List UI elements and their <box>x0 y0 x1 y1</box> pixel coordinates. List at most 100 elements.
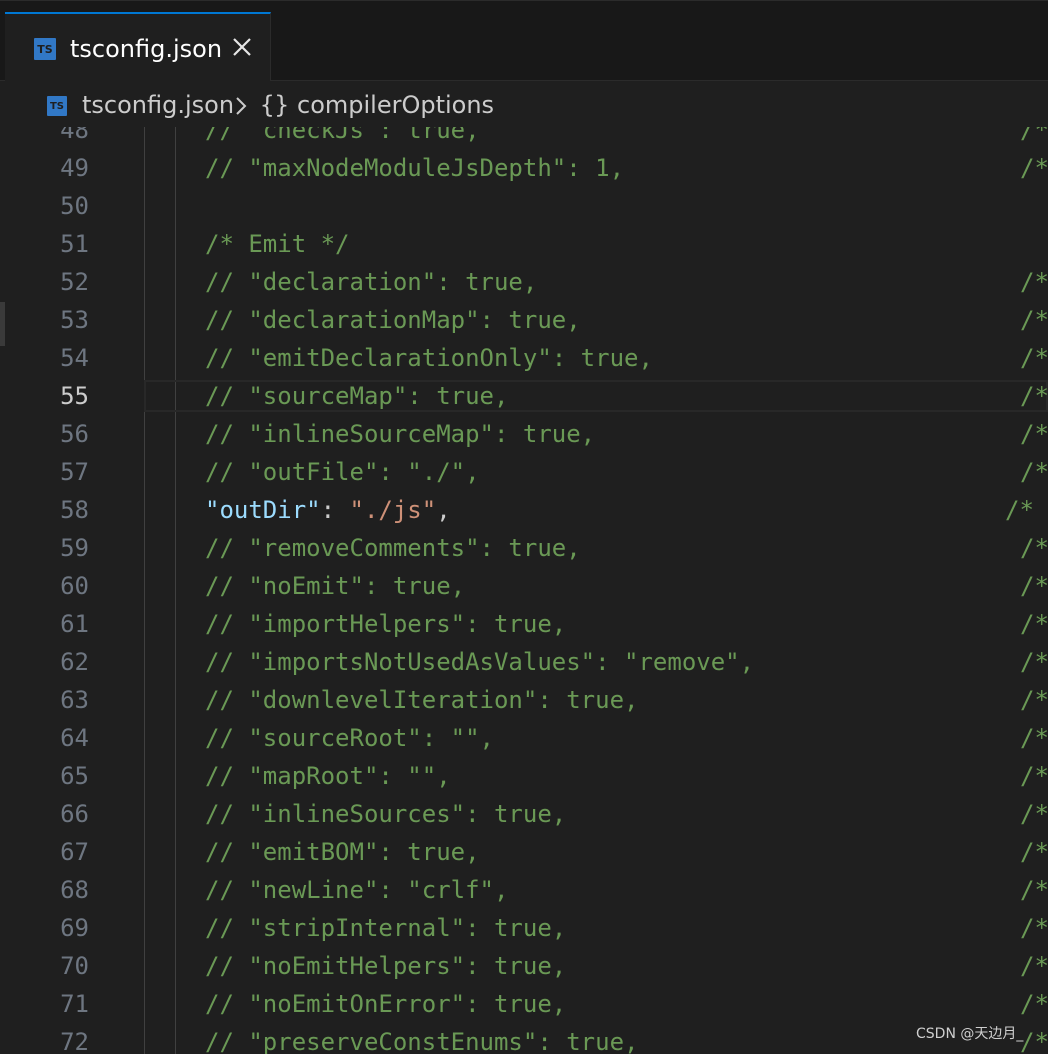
code-text: // "inlineSourceMap": true, <box>205 420 596 448</box>
code-text: // "declaration": true, <box>205 268 538 296</box>
trailing-comment: /* <box>1020 420 1048 448</box>
vscode-editor-window: TS tsconfig.json TS tsconfig.json {} com… <box>0 0 1048 1054</box>
code-line[interactable]: 56 // "inlineSourceMap": true, /* <box>0 415 1048 453</box>
code-text: // "declarationMap": true, <box>205 306 581 334</box>
code-line[interactable]: 68 // "newLine": "crlf", /* <box>0 871 1048 909</box>
code-line[interactable]: 72 // "preserveConstEnums": true, /* <box>0 1023 1048 1054</box>
json-key: "outDir" <box>205 496 321 524</box>
tab-bar: TS tsconfig.json <box>0 0 1048 82</box>
trailing-comment: /* <box>1020 382 1048 410</box>
trailing-comment: /* <box>1020 648 1048 676</box>
code-text: // "sourceMap": true, <box>205 382 509 410</box>
code-line[interactable]: 65 // "mapRoot": "", /* <box>0 757 1048 795</box>
code-text: // "newLine": "crlf", <box>205 876 509 904</box>
trailing-comment: /* <box>1020 306 1048 334</box>
line-number: 51 <box>60 230 89 258</box>
line-number: 57 <box>60 458 89 486</box>
line-number: 56 <box>60 420 89 448</box>
code-text: // "sourceRoot": "", <box>205 724 494 752</box>
json-string: "./js" <box>349 496 437 524</box>
line-number: 71 <box>60 990 89 1018</box>
code-line[interactable]: 67 // "emitBOM": true, /* <box>0 833 1048 871</box>
trailing-comment: /* <box>1020 610 1048 638</box>
line-number: 61 <box>60 610 89 638</box>
json-colon: : <box>320 496 350 524</box>
close-icon[interactable] <box>229 34 255 60</box>
trailing-comment: /* <box>1020 724 1048 752</box>
chevron-right-icon <box>233 95 249 117</box>
typescript-config-icon: TS <box>34 38 56 60</box>
code-line[interactable]: 60 // "noEmit": true, /* <box>0 567 1048 605</box>
line-number: 49 <box>60 154 89 182</box>
line-number: 53 <box>60 306 89 334</box>
breadcrumb-symbol[interactable]: compilerOptions <box>297 89 494 121</box>
code-line[interactable]: 52 // "declaration": true, /* <box>0 263 1048 301</box>
line-number: 58 <box>60 496 89 524</box>
code-text: /* Emit */ <box>205 230 350 258</box>
line-number: 63 <box>60 686 89 714</box>
code-editor[interactable]: 48 // "checkJs": true, /* 49 // "maxNodeModu… <box>0 127 1048 1054</box>
code-text: // "importsNotUsedAsValues": "remove", <box>205 648 755 676</box>
trailing-comment: /* <box>1020 458 1048 486</box>
trailing-comment: /* <box>1020 154 1048 182</box>
line-number: 67 <box>60 838 89 866</box>
trailing-comment: /* <box>1005 496 1034 524</box>
code-line[interactable]: 62 // "importsNotUsedAsValues": "remove",… <box>0 643 1048 681</box>
code-text: // "stripInternal": true, <box>205 914 567 942</box>
trailing-comment: /* <box>1020 876 1048 904</box>
code-text: // "noEmitOnError": true, <box>205 990 567 1018</box>
line-number: 62 <box>60 648 89 676</box>
code-line[interactable]: 57 // "outFile": "./", /* <box>0 453 1048 491</box>
trailing-comment: /* <box>1020 990 1048 1018</box>
code-text: // "importHelpers": true, <box>205 610 567 638</box>
code-line[interactable]: 58 "outDir": "./js", /* <box>0 491 1048 529</box>
code-line[interactable]: 55 // "sourceMap": true, /* <box>0 377 1048 415</box>
code-line[interactable]: 69 // "stripInternal": true, /* <box>0 909 1048 947</box>
code-line[interactable]: 53 // "declarationMap": true, /* <box>0 301 1048 339</box>
watermark: CSDN @天边月_ <box>916 1026 1024 1042</box>
code-line[interactable]: 50 <box>0 187 1048 225</box>
code-line[interactable]: 61 // "importHelpers": true, /* <box>0 605 1048 643</box>
code-text: // "emitBOM": true, <box>205 838 480 866</box>
code-text: // "preserveConstEnums": true, <box>205 1028 639 1054</box>
line-number: 66 <box>60 800 89 828</box>
code-line[interactable]: 63 // "downlevelIteration": true, /* <box>0 681 1048 719</box>
code-line[interactable]: 70 // "noEmitHelpers": true, /* <box>0 947 1048 985</box>
line-number: 64 <box>60 724 89 752</box>
breadcrumb: TS tsconfig.json {} compilerOptions <box>0 81 1048 127</box>
code-text: // "downlevelIteration": true, <box>205 686 639 714</box>
trailing-comment: /* <box>1020 914 1048 942</box>
trailing-comment: /* <box>1020 127 1048 144</box>
code-text: // "inlineSources": true, <box>205 800 567 828</box>
code-text: // "maxNodeModuleJsDepth": 1, <box>205 154 625 182</box>
trailing-comment: /* <box>1020 268 1048 296</box>
line-number: 70 <box>60 952 89 980</box>
breadcrumb-file[interactable]: tsconfig.json <box>82 89 234 121</box>
code-line[interactable]: 48 // "checkJs": true, /* <box>0 127 1048 149</box>
code-text: // "noEmitHelpers": true, <box>205 952 567 980</box>
code-line[interactable]: 51 /* Emit */ <box>0 225 1048 263</box>
trailing-comment: /* <box>1020 344 1048 372</box>
code-line[interactable]: 66 // "inlineSources": true, /* <box>0 795 1048 833</box>
typescript-config-icon: TS <box>47 96 67 116</box>
trailing-comment: /* <box>1020 838 1048 866</box>
tab-tsconfig-json[interactable]: TS tsconfig.json <box>5 12 271 82</box>
code-text: // "removeComments": true, <box>205 534 581 562</box>
braces-icon: {} <box>260 91 289 119</box>
code-text: // "emitDeclarationOnly": true, <box>205 344 653 372</box>
code-text: // "noEmit": true, <box>205 572 466 600</box>
trailing-comment: /* <box>1020 952 1048 980</box>
line-number: 72 <box>60 1028 89 1054</box>
code-lines: 48 // "checkJs": true, /* 49 // "maxNodeModu… <box>0 127 1048 1054</box>
code-line[interactable]: 71 // "noEmitOnError": true, /* <box>0 985 1048 1023</box>
trailing-comment: /* <box>1020 762 1048 790</box>
code-line[interactable]: 59 // "removeComments": true, /* <box>0 529 1048 567</box>
code-text: "outDir": "./js", <box>205 494 451 526</box>
code-line[interactable]: 64 // "sourceRoot": "", /* <box>0 719 1048 757</box>
code-line[interactable]: 49 // "maxNodeModuleJsDepth": 1, /* <box>0 149 1048 187</box>
trailing-comment: /* <box>1020 686 1048 714</box>
code-text: // "outFile": "./", <box>205 458 480 486</box>
trailing-comment: /* <box>1020 800 1048 828</box>
code-text: // "mapRoot": "", <box>205 762 451 790</box>
code-line[interactable]: 54 // "emitDeclarationOnly": true, /* <box>0 339 1048 377</box>
